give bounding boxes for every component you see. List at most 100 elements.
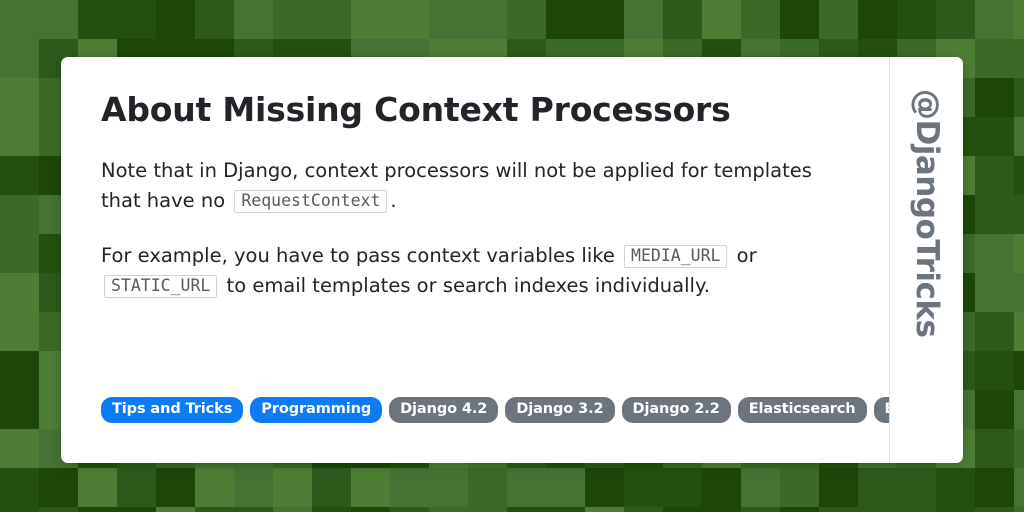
tag-programming[interactable]: Programming	[250, 397, 383, 423]
background-tile	[975, 429, 1014, 468]
background-tile	[975, 117, 1014, 156]
background-tile	[585, 468, 624, 507]
paragraph-text-run: .	[390, 188, 397, 212]
background-tile	[702, 468, 741, 507]
background-tile	[234, 468, 273, 507]
background-tile	[897, 0, 936, 39]
background-tile	[858, 468, 897, 507]
background-tile	[741, 468, 780, 507]
background-tile	[897, 468, 936, 507]
background-tile	[273, 507, 312, 512]
background-tile	[0, 78, 39, 117]
background-tile	[273, 468, 312, 507]
background-tile	[351, 507, 390, 512]
background-tile	[312, 0, 351, 39]
background-tile	[234, 507, 273, 512]
background-tile	[702, 507, 741, 512]
background-tile	[195, 507, 234, 512]
background-tile	[1014, 78, 1024, 117]
background-tile	[975, 351, 1014, 390]
background-tile	[429, 0, 468, 39]
tag-django-4-2[interactable]: Django 4.2	[389, 397, 499, 423]
inline-code-badge: RequestContext	[234, 189, 388, 214]
background-tile	[0, 429, 39, 468]
background-tile	[156, 468, 195, 507]
background-tile	[975, 507, 1014, 512]
inline-code-badge: MEDIA_URL	[624, 244, 728, 269]
background-tile	[780, 468, 819, 507]
background-tile	[819, 468, 858, 507]
tag-list: Tips and Tricks Programming Django 4.2 Djan…	[101, 397, 940, 423]
background-tile	[390, 468, 429, 507]
background-tile	[468, 507, 507, 512]
background-tile	[819, 507, 858, 512]
background-tile	[585, 0, 624, 39]
background-tile	[975, 0, 1014, 39]
background-tile	[819, 0, 858, 39]
background-tile	[858, 507, 897, 512]
background-tile	[0, 156, 39, 195]
background-tile	[429, 507, 468, 512]
background-tile	[936, 468, 975, 507]
background-tile	[1014, 351, 1024, 390]
background-tile	[0, 234, 39, 273]
tag-django-2-2[interactable]: Django 2.2	[621, 397, 731, 423]
background-tile	[780, 507, 819, 512]
background-tile	[117, 0, 156, 39]
background-tile	[936, 507, 975, 512]
background-tile	[780, 0, 819, 39]
background-tile	[975, 156, 1014, 195]
tag-django-3-2[interactable]: Django 3.2	[505, 397, 615, 423]
background-tile	[1014, 0, 1024, 39]
background-tile	[0, 117, 39, 156]
tag-tips-and-tricks[interactable]: Tips and Tricks	[101, 397, 244, 423]
background-tile	[975, 39, 1014, 78]
background-tile	[975, 312, 1014, 351]
background-tile	[585, 507, 624, 512]
background-tile	[624, 468, 663, 507]
background-tile	[624, 0, 663, 39]
background-tile	[39, 468, 78, 507]
background-tile	[1014, 312, 1024, 351]
background-tile	[0, 390, 39, 429]
background-tile	[0, 39, 39, 78]
background-tile	[975, 78, 1014, 117]
background-tile	[546, 468, 585, 507]
background-tile	[702, 0, 741, 39]
background-tile	[234, 0, 273, 39]
background-tile	[975, 390, 1014, 429]
background-tile	[741, 507, 780, 512]
background-tile	[624, 507, 663, 512]
background-tile	[975, 234, 1014, 273]
background-tile	[78, 0, 117, 39]
background-tile	[897, 507, 936, 512]
background-tile	[1014, 507, 1024, 512]
background-tile	[507, 507, 546, 512]
card-side-rail: @DjangoTricks	[889, 57, 963, 463]
article-paragraph-2: For example, you have to pass context va…	[101, 241, 851, 301]
paragraph-text-run: to email templates or search indexes ind…	[220, 273, 710, 297]
background-tile	[0, 351, 39, 390]
background-tile	[1014, 156, 1024, 195]
background-tile	[1014, 273, 1024, 312]
page-title: About Missing Context Processors	[101, 90, 731, 129]
article-card: About Missing Context Processors Note th…	[61, 57, 963, 463]
background-tile	[1014, 429, 1024, 468]
background-tile	[390, 507, 429, 512]
background-tile	[312, 507, 351, 512]
site-handle-label: @DjangoTricks	[909, 89, 945, 338]
background-tile	[156, 507, 195, 512]
paragraph-text-run: or	[730, 243, 757, 267]
background-tile	[1014, 195, 1024, 234]
background-tile	[1014, 117, 1024, 156]
inline-code-badge: STATIC_URL	[104, 274, 218, 299]
background-tile	[507, 0, 546, 39]
background-tile	[1014, 39, 1024, 78]
background-tile	[0, 0, 39, 39]
background-tile	[273, 0, 312, 39]
background-tile	[975, 195, 1014, 234]
background-tile	[858, 0, 897, 39]
background-tile	[1014, 234, 1024, 273]
tag-elasticsearch[interactable]: Elasticsearch	[737, 397, 867, 423]
background-tile	[975, 468, 1014, 507]
